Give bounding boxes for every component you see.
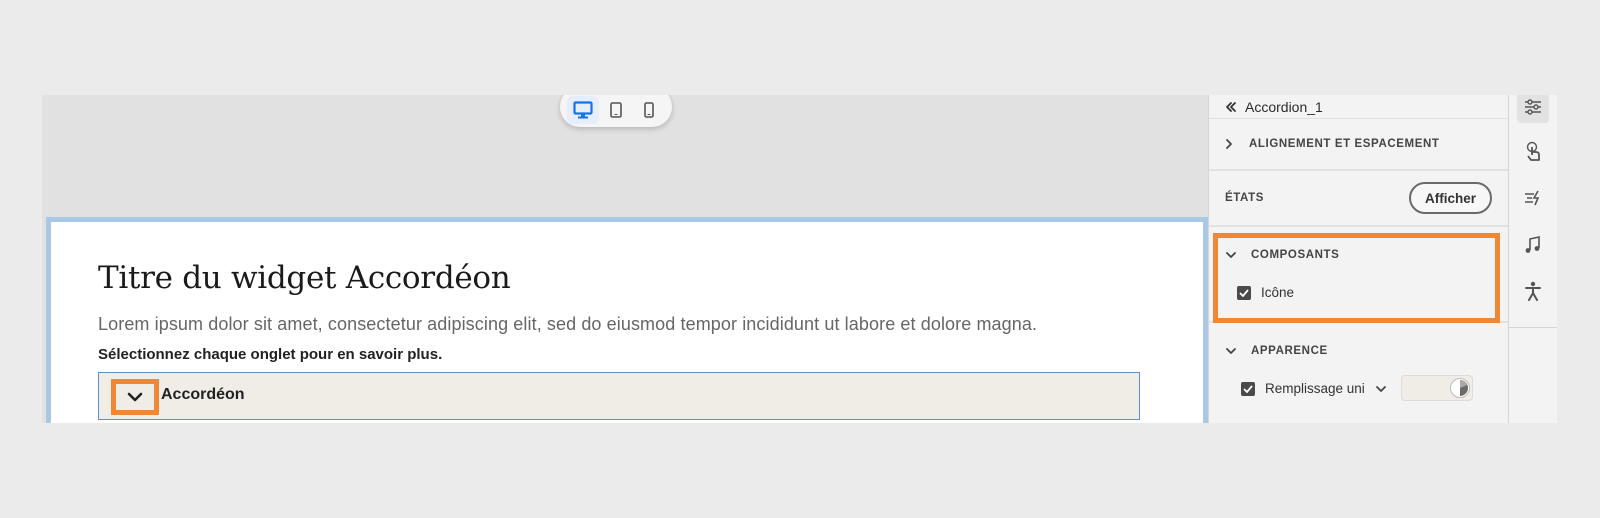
desktop-icon bbox=[573, 101, 593, 119]
animation-icon bbox=[1525, 190, 1540, 206]
fill-color-swatch[interactable] bbox=[1401, 375, 1473, 401]
rail-accessibility-button[interactable] bbox=[1517, 275, 1549, 307]
widget-instruction[interactable]: Sélectionnez chaque onglet pour en savoi… bbox=[98, 346, 442, 363]
widget-title[interactable]: Titre du widget Accordéon bbox=[98, 260, 511, 296]
section-components: COMPOSANTS Icône bbox=[1209, 227, 1508, 323]
sliders-icon bbox=[1525, 99, 1541, 115]
chevron-down-icon bbox=[127, 392, 143, 402]
components-header[interactable]: COMPOSANTS bbox=[1225, 249, 1339, 261]
accessibility-icon bbox=[1525, 281, 1541, 301]
icon-checkbox[interactable] bbox=[1237, 285, 1251, 300]
rail-separator bbox=[1509, 327, 1557, 328]
section-appearance: APPARENCE Remplissage uni bbox=[1209, 323, 1508, 423]
properties-panel: Accordion_1 ALIGNEMENT ET ESPACEMENT ÉTA… bbox=[1208, 95, 1508, 423]
section-states-title: ÉTATS bbox=[1225, 192, 1264, 204]
mobile-icon bbox=[644, 102, 655, 118]
checkmark-icon bbox=[1243, 384, 1253, 393]
accordion-header[interactable]: Accordéon bbox=[98, 372, 1140, 420]
tablet-preview-button[interactable] bbox=[600, 96, 632, 124]
fill-type-label[interactable]: Remplissage uni bbox=[1265, 381, 1365, 396]
icon-checkbox-label: Icône bbox=[1261, 285, 1295, 300]
components-highlight bbox=[1213, 233, 1500, 323]
chevron-down-icon bbox=[1226, 348, 1236, 354]
accordion-chevron-highlight[interactable] bbox=[111, 379, 159, 415]
appearance-header[interactable]: APPARENCE bbox=[1225, 345, 1328, 357]
tablet-icon bbox=[610, 102, 622, 118]
show-states-button[interactable]: Afficher bbox=[1408, 182, 1492, 214]
section-appearance-title: APPARENCE bbox=[1251, 345, 1328, 357]
mobile-preview-button[interactable] bbox=[633, 96, 665, 124]
icon-checkbox-row[interactable]: Icône bbox=[1237, 285, 1294, 300]
chevron-down-icon bbox=[1226, 252, 1236, 258]
panel-icon-rail bbox=[1508, 95, 1557, 423]
desktop-preview-button[interactable] bbox=[566, 96, 599, 124]
editor-app: Titre du widget Accordéon Lorem ipsum do… bbox=[42, 95, 1557, 423]
chevron-down-icon[interactable] bbox=[1375, 385, 1387, 393]
color-picker-icon[interactable] bbox=[1450, 378, 1470, 398]
rail-properties-button[interactable] bbox=[1517, 95, 1549, 123]
fill-checkbox[interactable] bbox=[1241, 381, 1255, 396]
section-alignment[interactable]: ALIGNEMENT ET ESPACEMENT bbox=[1209, 119, 1508, 171]
rail-audio-button[interactable] bbox=[1517, 229, 1549, 261]
section-components-title: COMPOSANTS bbox=[1251, 249, 1340, 261]
music-icon bbox=[1525, 236, 1540, 253]
widget-description[interactable]: Lorem ipsum dolor sit amet, consectetur … bbox=[98, 314, 1037, 335]
panel-header: Accordion_1 bbox=[1209, 95, 1508, 119]
accordion-widget[interactable]: Titre du widget Accordéon Lorem ipsum do… bbox=[46, 217, 1208, 423]
section-states: ÉTATS Afficher bbox=[1209, 171, 1508, 227]
component-name: Accordion_1 bbox=[1245, 98, 1323, 115]
rail-animation-button[interactable] bbox=[1517, 182, 1549, 214]
fill-checkbox-row[interactable]: Remplissage uni bbox=[1241, 381, 1387, 396]
chevron-right-icon bbox=[1226, 139, 1232, 149]
touch-icon bbox=[1526, 141, 1540, 161]
canvas: Titre du widget Accordéon Lorem ipsum do… bbox=[42, 95, 1208, 423]
rail-interactions-button[interactable] bbox=[1517, 135, 1549, 167]
checkmark-icon bbox=[1239, 288, 1249, 297]
double-chevron-left-icon[interactable] bbox=[1225, 101, 1237, 113]
accordion-label: Accordéon bbox=[161, 386, 245, 403]
section-alignment-title: ALIGNEMENT ET ESPACEMENT bbox=[1249, 138, 1440, 150]
device-preview-toolbar bbox=[560, 95, 672, 127]
